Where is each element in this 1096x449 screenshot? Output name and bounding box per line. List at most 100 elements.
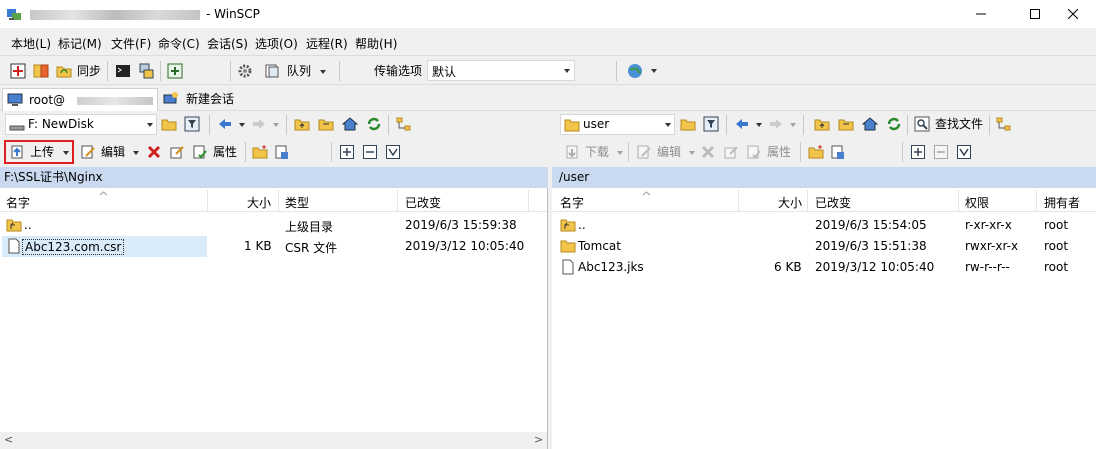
unselect-all-icon[interactable]: [362, 144, 378, 160]
scroll-right-icon[interactable]: >: [534, 433, 543, 446]
select-all-icon[interactable]: [910, 144, 926, 160]
delete-icon[interactable]: [146, 144, 162, 160]
synchronize-button[interactable]: 同步: [77, 63, 101, 79]
table-row[interactable]: .. 2019/6/3 15:54:05 r-xr-xr-x root: [552, 215, 1096, 236]
home-icon[interactable]: [342, 116, 358, 132]
properties-icon[interactable]: [192, 144, 208, 160]
queue-dropdown-arrow[interactable]: [320, 70, 326, 74]
synchronize-icon[interactable]: [56, 63, 72, 79]
invert-selection-icon[interactable]: [956, 144, 972, 160]
remote-dir-combo[interactable]: user: [560, 114, 675, 135]
session-tab-current[interactable]: root@: [2, 88, 158, 111]
col-name[interactable]: 名字: [6, 194, 30, 211]
search-icon[interactable]: [914, 116, 930, 132]
menu-local[interactable]: 本地(L): [11, 35, 51, 52]
open-folder-icon[interactable]: [680, 116, 696, 132]
parent-directory-icon[interactable]: [814, 116, 830, 132]
queue-icon[interactable]: [264, 63, 280, 79]
local-drive-value: F: NewDisk: [28, 117, 94, 131]
tree-icon[interactable]: [396, 116, 412, 132]
properties-button-remote[interactable]: 属性: [767, 144, 791, 160]
menu-options[interactable]: 选项(O): [255, 35, 298, 52]
delete-icon[interactable]: [700, 144, 716, 160]
chevron-down-icon[interactable]: [790, 123, 796, 127]
unselect-all-icon[interactable]: [933, 144, 949, 160]
separator: [245, 142, 246, 162]
col-type[interactable]: 类型: [285, 194, 309, 211]
new-folder-icon[interactable]: [252, 144, 268, 160]
table-row-selected[interactable]: Abc123.com.csr 1 KB CSR 文件 2019/3/12 10:…: [0, 236, 547, 257]
chevron-down-icon[interactable]: [239, 123, 245, 127]
minimize-button[interactable]: [958, 0, 1004, 28]
open-folder-icon[interactable]: [161, 116, 177, 132]
local-horizontal-scrollbar[interactable]: < >: [0, 432, 547, 449]
filter-icon[interactable]: [184, 116, 200, 132]
table-row[interactable]: Abc123.jks 6 KB 2019/3/12 10:05:40 rw-r-…: [552, 257, 1096, 278]
menu-session[interactable]: 会话(S): [207, 35, 248, 52]
home-icon[interactable]: [862, 116, 878, 132]
forward-arrow-icon[interactable]: [768, 116, 784, 132]
edit-icon[interactable]: [636, 144, 652, 160]
close-button[interactable]: [1050, 0, 1096, 28]
refresh-icon[interactable]: [886, 116, 902, 132]
col-size[interactable]: 大小: [778, 194, 802, 211]
chevron-down-icon[interactable]: [133, 151, 139, 155]
scroll-left-icon[interactable]: <: [4, 433, 13, 446]
gear-icon[interactable]: [237, 63, 253, 79]
col-owner[interactable]: 拥有者: [1044, 194, 1080, 211]
edit-icon[interactable]: [80, 144, 96, 160]
forward-arrow-icon[interactable]: [251, 116, 267, 132]
col-size[interactable]: 大小: [247, 194, 271, 211]
invert-selection-icon[interactable]: [385, 144, 401, 160]
download-button[interactable]: 下载: [585, 144, 609, 160]
upload-button[interactable]: 上传: [4, 140, 74, 164]
transfer-settings-combo[interactable]: 默认: [427, 60, 575, 81]
globe-icon[interactable]: [627, 63, 643, 79]
select-all-icon[interactable]: [339, 144, 355, 160]
col-changed[interactable]: 已改变: [405, 194, 441, 211]
new-file-icon[interactable]: [274, 144, 290, 160]
local-drive-combo[interactable]: F: NewDisk: [5, 114, 157, 135]
putty-icon[interactable]: [138, 63, 154, 79]
menu-commands[interactable]: 命令(C): [158, 35, 200, 52]
tree-icon[interactable]: [996, 116, 1012, 132]
chevron-down-icon[interactable]: [617, 151, 623, 155]
new-file-icon[interactable]: [830, 144, 846, 160]
chevron-down-icon[interactable]: [756, 123, 762, 127]
add-to-queue-icon[interactable]: [10, 63, 26, 79]
table-row[interactable]: Tomcat 2019/6/3 15:51:38 rwxr-xr-x root: [552, 236, 1096, 257]
edit-button[interactable]: 编辑: [101, 144, 125, 160]
new-folder-icon[interactable]: [808, 144, 824, 160]
compare-directories-icon[interactable]: [33, 63, 49, 79]
rename-icon[interactable]: [723, 144, 739, 160]
rename-icon[interactable]: [169, 144, 185, 160]
find-files-button[interactable]: 查找文件: [935, 116, 983, 132]
col-changed[interactable]: 已改变: [815, 194, 851, 211]
chevron-down-icon: [665, 123, 671, 127]
menu-remote[interactable]: 远程(R): [306, 35, 348, 52]
col-name[interactable]: 名字: [560, 194, 584, 211]
table-row[interactable]: .. 上级目录 2019/6/3 15:59:38: [0, 215, 547, 236]
refresh-icon[interactable]: [366, 116, 382, 132]
menu-file[interactable]: 文件(F): [111, 35, 151, 52]
root-directory-icon[interactable]: [318, 116, 334, 132]
menu-help[interactable]: 帮助(H): [355, 35, 397, 52]
queue-button[interactable]: 队列: [287, 63, 311, 79]
chevron-down-icon[interactable]: [651, 69, 657, 73]
menu-mark[interactable]: 标记(M): [58, 35, 102, 52]
terminal-icon[interactable]: [115, 63, 131, 79]
preferences-icon[interactable]: [167, 63, 183, 79]
col-permissions[interactable]: 权限: [965, 194, 989, 211]
chevron-down-icon[interactable]: [689, 151, 695, 155]
back-arrow-icon[interactable]: [217, 116, 233, 132]
parent-directory-icon[interactable]: [294, 116, 310, 132]
edit-button-remote[interactable]: 编辑: [657, 144, 681, 160]
chevron-down-icon[interactable]: [273, 123, 279, 127]
back-arrow-icon[interactable]: [734, 116, 750, 132]
properties-icon[interactable]: [746, 144, 762, 160]
root-directory-icon[interactable]: [838, 116, 854, 132]
filter-icon[interactable]: [703, 116, 719, 132]
download-icon[interactable]: [564, 144, 580, 160]
new-session-tab[interactable]: 新建会话: [160, 88, 242, 111]
properties-button[interactable]: 属性: [213, 144, 237, 160]
